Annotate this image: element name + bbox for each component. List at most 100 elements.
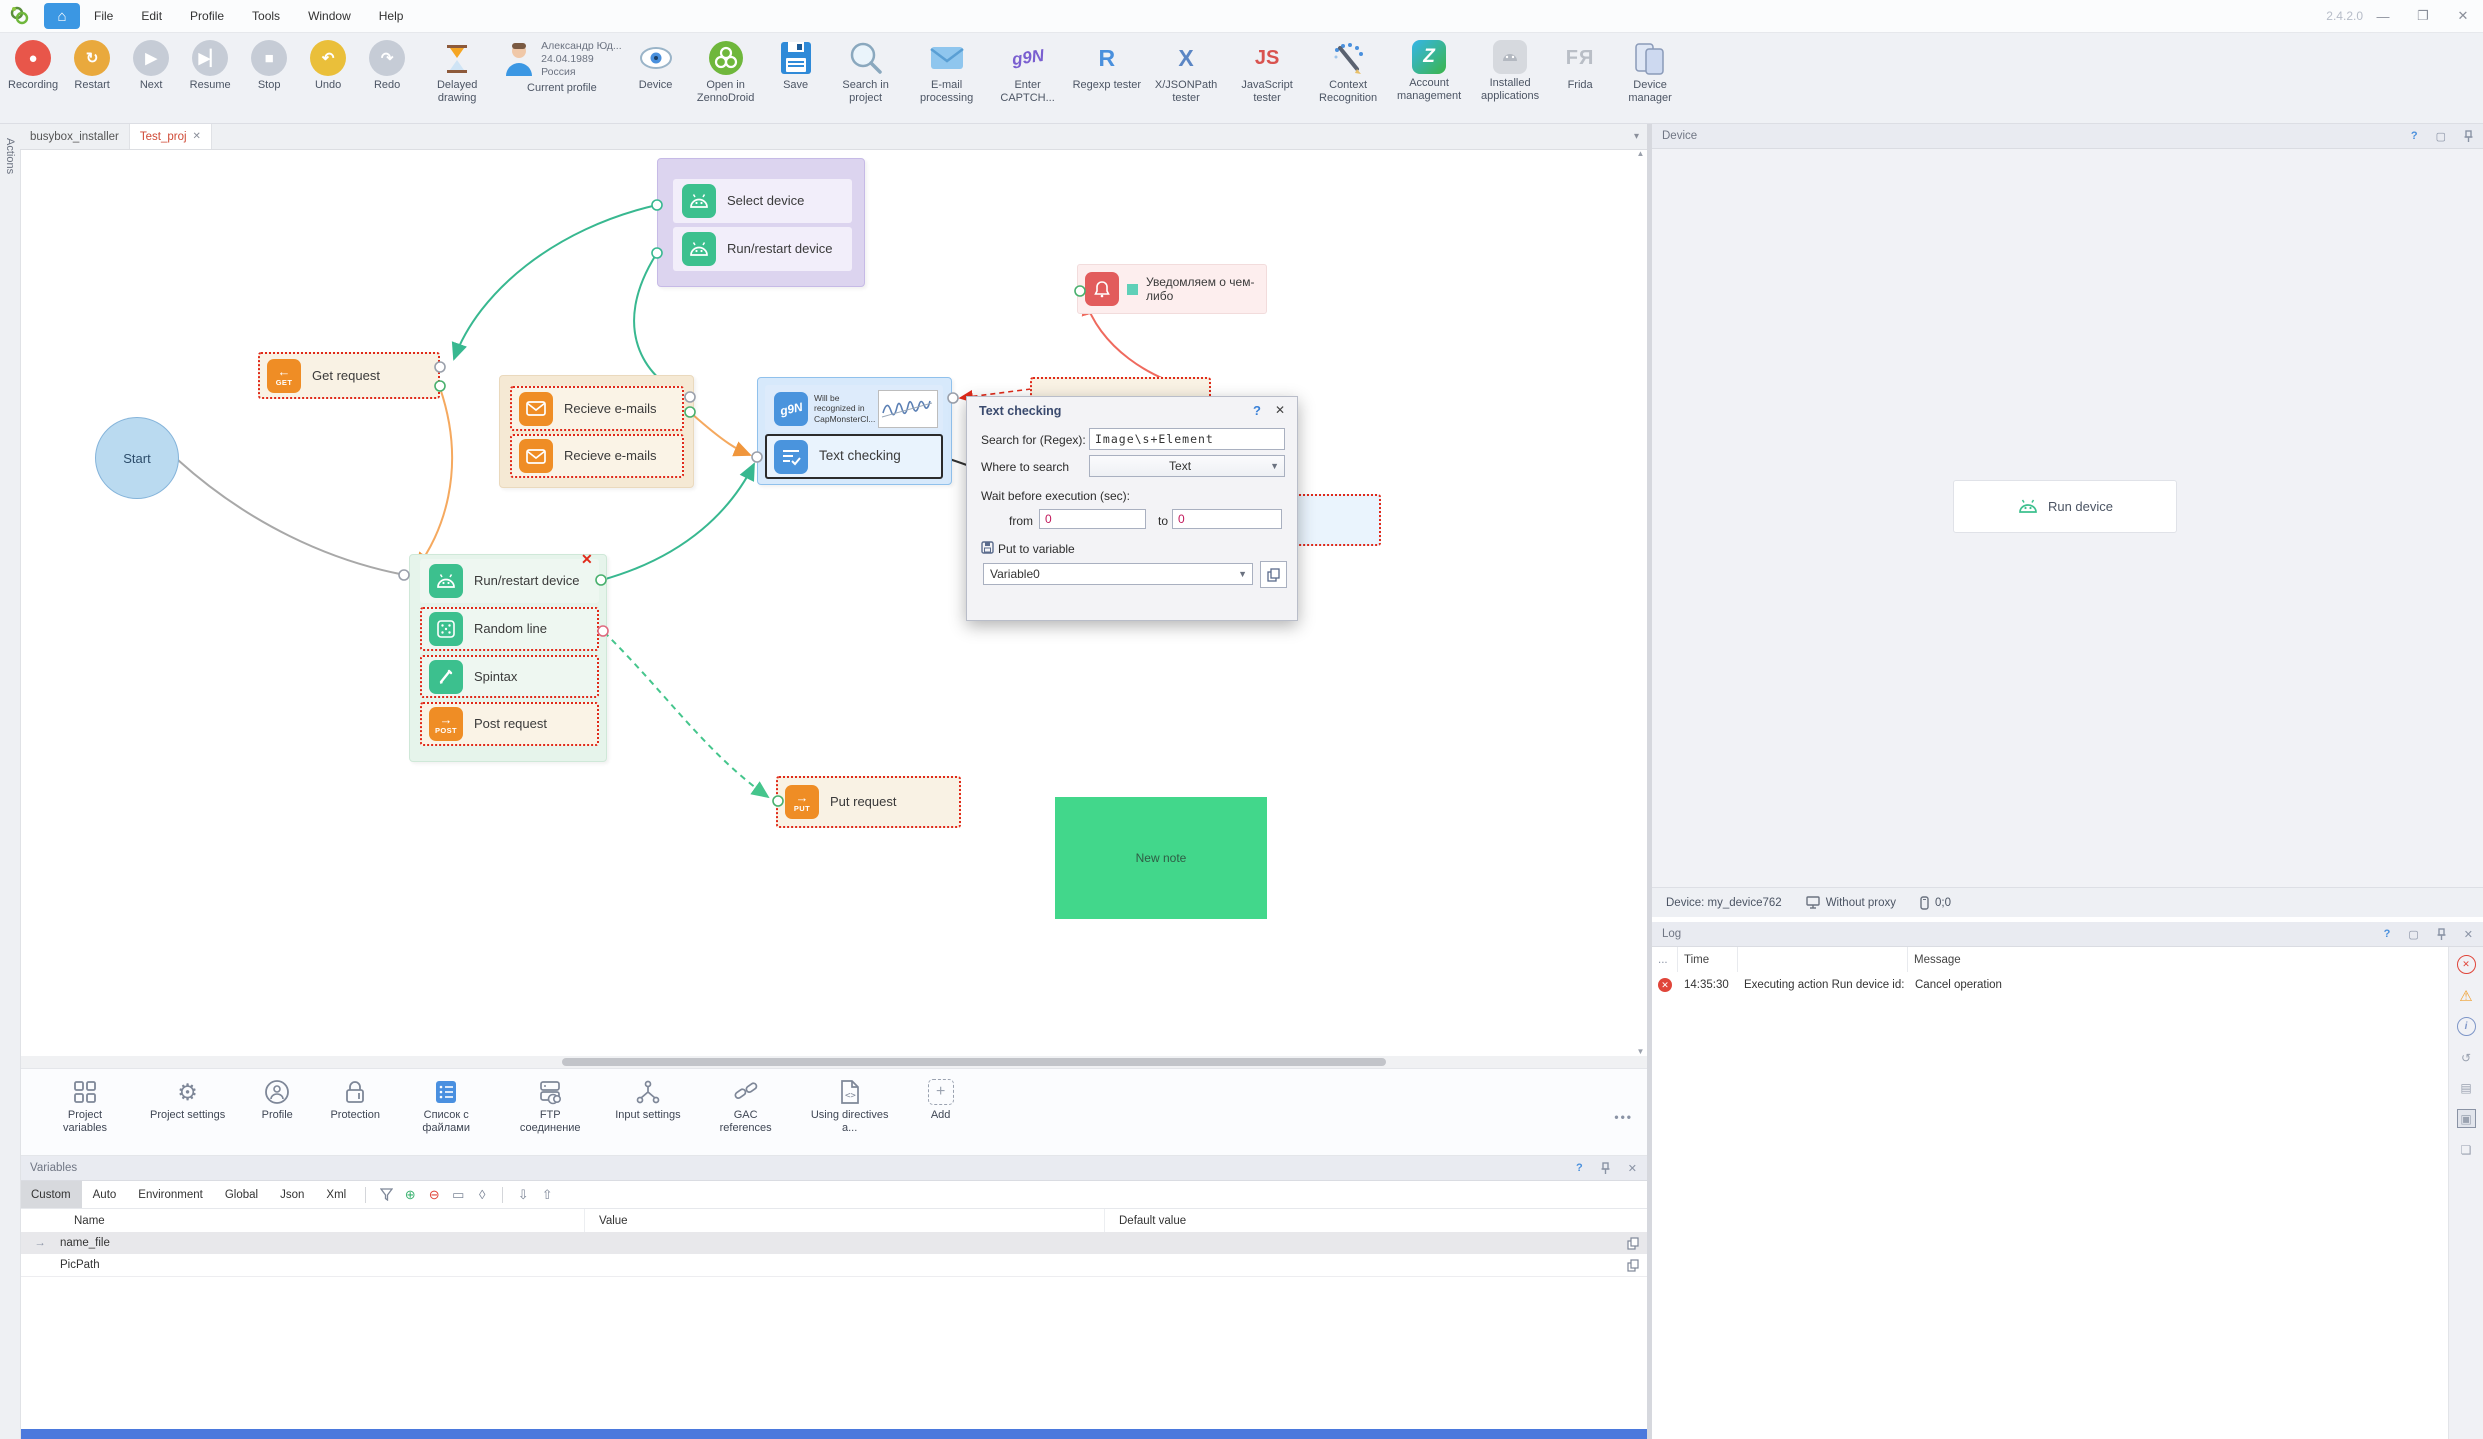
- menu-file[interactable]: File: [80, 0, 127, 32]
- node-put-request[interactable]: →PUT Put request: [776, 776, 961, 828]
- copy-icon[interactable]: [1627, 1237, 1639, 1250]
- variable-row-name-file[interactable]: → name_file: [20, 1232, 1647, 1255]
- bottom-item-profile[interactable]: Profile: [251, 1079, 303, 1122]
- canvas-horizontal-scrollbar[interactable]: [20, 1056, 1647, 1068]
- variables-bottom-scrollbar[interactable]: [20, 1429, 1647, 1439]
- toolbar-item-restart[interactable]: ↻ Restart: [67, 40, 117, 92]
- pin-icon[interactable]: [2464, 130, 2473, 142]
- filter-icon[interactable]: [374, 1188, 398, 1201]
- menu-profile[interactable]: Profile: [176, 0, 238, 32]
- tab-test-proj[interactable]: Test_proj ✕: [130, 124, 212, 149]
- toolbar-item-javascript-tester[interactable]: JS JavaScript tester: [1231, 40, 1303, 104]
- col-name[interactable]: Name: [60, 1209, 585, 1233]
- report-icon[interactable]: ▤: [2458, 1079, 2475, 1096]
- toolbar-item-account-management[interactable]: Z Account management: [1393, 40, 1465, 102]
- copy-variable-button[interactable]: [1260, 561, 1287, 588]
- close-button[interactable]: ✕: [2443, 0, 2483, 32]
- search-regex-input[interactable]: [1089, 428, 1285, 450]
- home-button[interactable]: ⌂: [44, 3, 80, 29]
- canvas-vertical-scrollbar[interactable]: ▲▼: [1634, 149, 1647, 1056]
- node-get-request[interactable]: ←GET Get request: [258, 352, 440, 399]
- node-post-request[interactable]: →POST Post request: [420, 702, 599, 746]
- toolbar-item-device[interactable]: Device: [631, 40, 681, 92]
- toolbar-item-recording[interactable]: ● Recording: [8, 40, 58, 92]
- import-icon[interactable]: ⇩: [511, 1187, 535, 1203]
- node-run-restart-device-bottom[interactable]: Run/restart device: [420, 559, 599, 603]
- minimize-button[interactable]: —: [2363, 0, 2403, 32]
- vartab-global[interactable]: Global: [214, 1181, 269, 1208]
- overflow-icon[interactable]: •••: [1614, 1110, 1633, 1124]
- bottom-item-input-settings[interactable]: Input settings: [615, 1079, 680, 1122]
- log-col-action[interactable]: [1738, 947, 1908, 972]
- toolbar-item-device-manager[interactable]: Device manager: [1614, 40, 1686, 104]
- toolbar-item-regexp-tester[interactable]: R Regexp tester: [1073, 40, 1141, 92]
- copy-icon[interactable]: [1627, 1259, 1639, 1272]
- col-value[interactable]: Value: [585, 1209, 1105, 1233]
- node-select-device[interactable]: Select device: [673, 179, 852, 223]
- maximize-button[interactable]: ❐: [2403, 0, 2443, 32]
- dialog-close-icon[interactable]: ✕: [1275, 403, 1285, 417]
- node-capmonster[interactable]: g9N Will be recognized in CapMonsterCl..…: [765, 385, 943, 432]
- bottom-item-add[interactable]: + Add: [915, 1079, 967, 1122]
- node-text-checking[interactable]: Text checking: [765, 434, 943, 479]
- log-col-message[interactable]: Message: [1908, 947, 2444, 972]
- notes-icon[interactable]: ❏: [2458, 1141, 2475, 1158]
- screenshot-icon[interactable]: ▣: [2457, 1109, 2476, 1128]
- node-start[interactable]: Start: [95, 417, 179, 499]
- history-icon[interactable]: ↺: [2458, 1049, 2475, 1066]
- tab-busybox-installer[interactable]: busybox_installer: [20, 124, 130, 149]
- toolbar-item-xjsonpath-tester[interactable]: X X/JSONPath tester: [1150, 40, 1222, 104]
- node-random-line[interactable]: Random line: [420, 607, 599, 651]
- maximize-panel-icon[interactable]: ▢: [2436, 130, 2446, 143]
- toolbar-item-redo[interactable]: ↷ Redo: [362, 40, 412, 92]
- menu-edit[interactable]: Edit: [127, 0, 176, 32]
- node-notify[interactable]: Уведомляем о чем-либо: [1077, 264, 1267, 314]
- bottom-item-ftp[interactable]: FTP соединение: [511, 1079, 589, 1135]
- to-input[interactable]: [1172, 509, 1282, 529]
- vartab-auto[interactable]: Auto: [82, 1181, 128, 1208]
- vertical-splitter[interactable]: [1647, 124, 1652, 1439]
- error-filter-icon[interactable]: ✕: [2457, 955, 2476, 974]
- toolbar-item-stop[interactable]: ■ Stop: [244, 40, 294, 92]
- help-icon[interactable]: ?: [1576, 1162, 1583, 1174]
- vartab-json[interactable]: Json: [269, 1181, 315, 1208]
- vartab-custom[interactable]: Custom: [20, 1181, 82, 1208]
- run-device-button[interactable]: Run device: [1953, 480, 2177, 533]
- node-receive-emails-2[interactable]: Recieve e-mails: [510, 434, 684, 478]
- bottom-item-file-list[interactable]: Список с файлами: [407, 1079, 485, 1135]
- remove-variable-icon[interactable]: ⊖: [422, 1187, 446, 1203]
- pin-icon[interactable]: [1601, 1162, 1610, 1174]
- bottom-item-gac-references[interactable]: GAC references: [707, 1079, 785, 1135]
- toolbar-item-installed-applications[interactable]: Installed applications: [1474, 40, 1546, 102]
- proxy-status[interactable]: Without proxy: [1806, 896, 1896, 909]
- toolbar-item-email-processing[interactable]: E-mail processing: [911, 40, 983, 104]
- help-icon[interactable]: ?: [2411, 130, 2418, 142]
- warning-filter-icon[interactable]: ⚠: [2458, 987, 2475, 1004]
- toolbar-item-undo[interactable]: ↶ Undo: [303, 40, 353, 92]
- maximize-panel-icon[interactable]: ▢: [2408, 928, 2418, 941]
- menu-window[interactable]: Window: [294, 0, 365, 32]
- bottom-item-project-settings[interactable]: ⚙ Project settings: [150, 1079, 225, 1122]
- bottom-item-protection[interactable]: Protection: [329, 1079, 381, 1122]
- log-col-time[interactable]: Time: [1678, 947, 1738, 972]
- info-filter-icon[interactable]: i: [2457, 1017, 2476, 1036]
- node-run-restart-device-top[interactable]: Run/restart device: [673, 227, 852, 271]
- bottom-item-project-variables[interactable]: Project variables: [46, 1079, 124, 1135]
- node-receive-emails-1[interactable]: Recieve e-mails: [510, 386, 684, 431]
- node-spintax[interactable]: Spintax: [420, 655, 599, 698]
- vartab-xml[interactable]: Xml: [315, 1181, 357, 1208]
- variable-select[interactable]: Variable0 ▼: [983, 563, 1253, 585]
- col-default-value[interactable]: Default value: [1105, 1209, 1647, 1233]
- scrollbar-thumb[interactable]: [562, 1058, 1386, 1066]
- tab-close-icon[interactable]: ✕: [193, 131, 201, 142]
- variable-row-picpath[interactable]: PicPath: [20, 1254, 1647, 1277]
- toolbar-item-delayed-drawing[interactable]: Delayed drawing: [421, 40, 493, 104]
- log-row[interactable]: ✕ 14:35:30 Executing action Run device i…: [1652, 972, 2444, 998]
- where-to-search-select[interactable]: Text ▼: [1089, 455, 1285, 477]
- toolbar-item-next[interactable]: ▶ Next: [126, 40, 176, 92]
- toolbar-item-context-recognition[interactable]: Context Recognition: [1312, 40, 1384, 104]
- export-icon[interactable]: ⇧: [535, 1187, 559, 1203]
- menu-tools[interactable]: Tools: [238, 0, 294, 32]
- clear-icon[interactable]: ◊: [470, 1187, 494, 1202]
- toolbar-item-current-profile[interactable]: Александр Юд... 24.04.1989 Россия Curren…: [502, 40, 621, 95]
